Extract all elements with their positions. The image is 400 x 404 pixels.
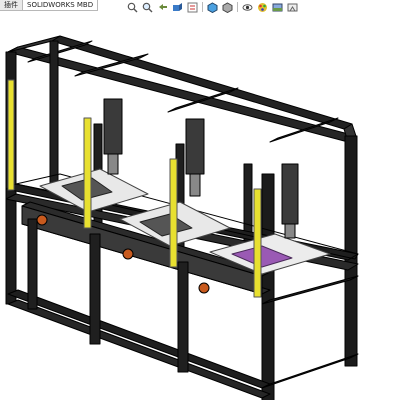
tab-solidworks-mbd[interactable]: SOLIDWORKS MBD: [23, 0, 99, 10]
heads-up-view-toolbar: [126, 0, 299, 14]
section-view-icon[interactable]: [171, 1, 184, 13]
view-settings-icon[interactable]: [286, 1, 299, 13]
apply-scene-icon[interactable]: [271, 1, 284, 13]
previous-view-icon[interactable]: [156, 1, 169, 13]
tab-plugins[interactable]: 插件: [0, 0, 23, 10]
machine-frame-model: [5, 35, 359, 404]
view-orientation-icon[interactable]: [206, 1, 219, 13]
dynamic-annotation-icon[interactable]: [186, 1, 199, 13]
edit-appearance-icon[interactable]: [256, 1, 269, 13]
zoom-to-area-icon[interactable]: [141, 1, 154, 13]
command-manager-tabs: 插件 SOLIDWORKS MBD: [0, 0, 99, 11]
hide-show-items-icon[interactable]: [241, 1, 254, 13]
display-style-icon[interactable]: [221, 1, 234, 13]
zoom-to-fit-icon[interactable]: [126, 1, 139, 13]
graphics-area[interactable]: [0, 14, 400, 404]
